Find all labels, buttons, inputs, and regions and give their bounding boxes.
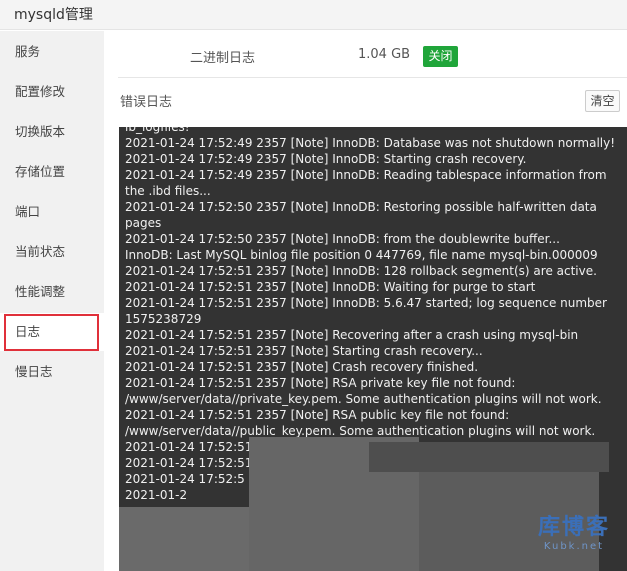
log-line: 2021-01-24 17:52:49 2357 [Note] InnoDB: … — [125, 136, 616, 150]
clear-log-button[interactable]: 清空 — [585, 90, 620, 112]
main-panel: 二进制日志 1.04 GB 关闭 错误日志 清空 ib_logfiles! 202… — [104, 31, 627, 571]
binlog-label: 二进制日志 — [190, 51, 256, 66]
sidebar-item-service[interactable]: 服务 — [0, 33, 104, 71]
sidebar-item-config[interactable]: 配置修改 — [0, 73, 104, 111]
log-line: 2021-01-24 17:52:51 2357 [Note] InnoDB: … — [125, 296, 611, 326]
blurred-region — [119, 507, 249, 571]
binlog-row: 二进制日志 1.04 GB 关闭 — [104, 31, 627, 79]
watermark-subtext: Kubk.net — [543, 541, 605, 552]
log-line: 2021-01-24 17:52:51 2357 [Note] RSA publ… — [125, 408, 596, 438]
log-line: 2021-01-24 17:52:51 2357 [Note] InnoDB: … — [125, 264, 597, 278]
sidebar-item-status[interactable]: 当前状态 — [0, 233, 104, 271]
sidebar-item-switch-version[interactable]: 切换版本 — [0, 113, 104, 151]
log-line: 2021-01-24 17:52:51 2357 [Note] Starting… — [125, 344, 483, 358]
watermark: 库博客 Kubk.net — [524, 509, 624, 552]
window-titlebar: mysqld管理 — [0, 0, 627, 30]
log-line: 2021-01-24 17:52:50 2357 [Note] InnoDB: … — [125, 200, 601, 230]
log-line: 2021-01-24 17:52:49 2357 [Note] InnoDB: … — [125, 152, 527, 166]
log-line: InnoDB: Last MySQL binlog file position … — [125, 248, 598, 262]
log-line: 2021-01-24 17:52:51 2357 [Note] InnoDB: … — [125, 280, 536, 294]
binlog-close-button[interactable]: 关闭 — [423, 46, 458, 67]
sidebar: 服务 配置修改 切换版本 存储位置 端口 当前状态 性能调整 日志 慢日志 — [0, 31, 104, 571]
log-line: 2021-01-24 17:52:51 2357 [Note] Recoveri… — [125, 328, 579, 342]
sidebar-item-port[interactable]: 端口 — [0, 193, 104, 231]
window-title: mysqld管理 — [14, 7, 93, 23]
error-log-viewer[interactable]: ib_logfiles! 2021-01-24 17:52:49 2357 [No… — [119, 127, 627, 571]
sidebar-item-storage[interactable]: 存储位置 — [0, 153, 104, 191]
log-line: 2021-01-24 17:52:49 2357 [Note] InnoDB: … — [125, 168, 611, 198]
divider — [118, 77, 627, 78]
sidebar-item-performance[interactable]: 性能调整 — [0, 273, 104, 311]
log-line: 2021-01-24 17:52:51 2357 [Note] Crash re… — [125, 360, 479, 374]
blurred-region — [369, 442, 609, 472]
error-log-label: 错误日志 — [120, 95, 173, 110]
watermark-text: 库博客 — [537, 515, 610, 540]
log-line: 2021-01-24 17:52:50 2357 [Note] InnoDB: … — [125, 232, 560, 246]
binlog-size: 1.04 GB — [358, 47, 411, 62]
log-line: 2021-01-24 17:52:51 2357 [Note] RSA priv… — [125, 376, 602, 406]
sidebar-item-slow-log[interactable]: 慢日志 — [0, 353, 104, 391]
active-item-highlight — [4, 314, 99, 351]
log-line: ib_logfiles! — [125, 127, 190, 134]
